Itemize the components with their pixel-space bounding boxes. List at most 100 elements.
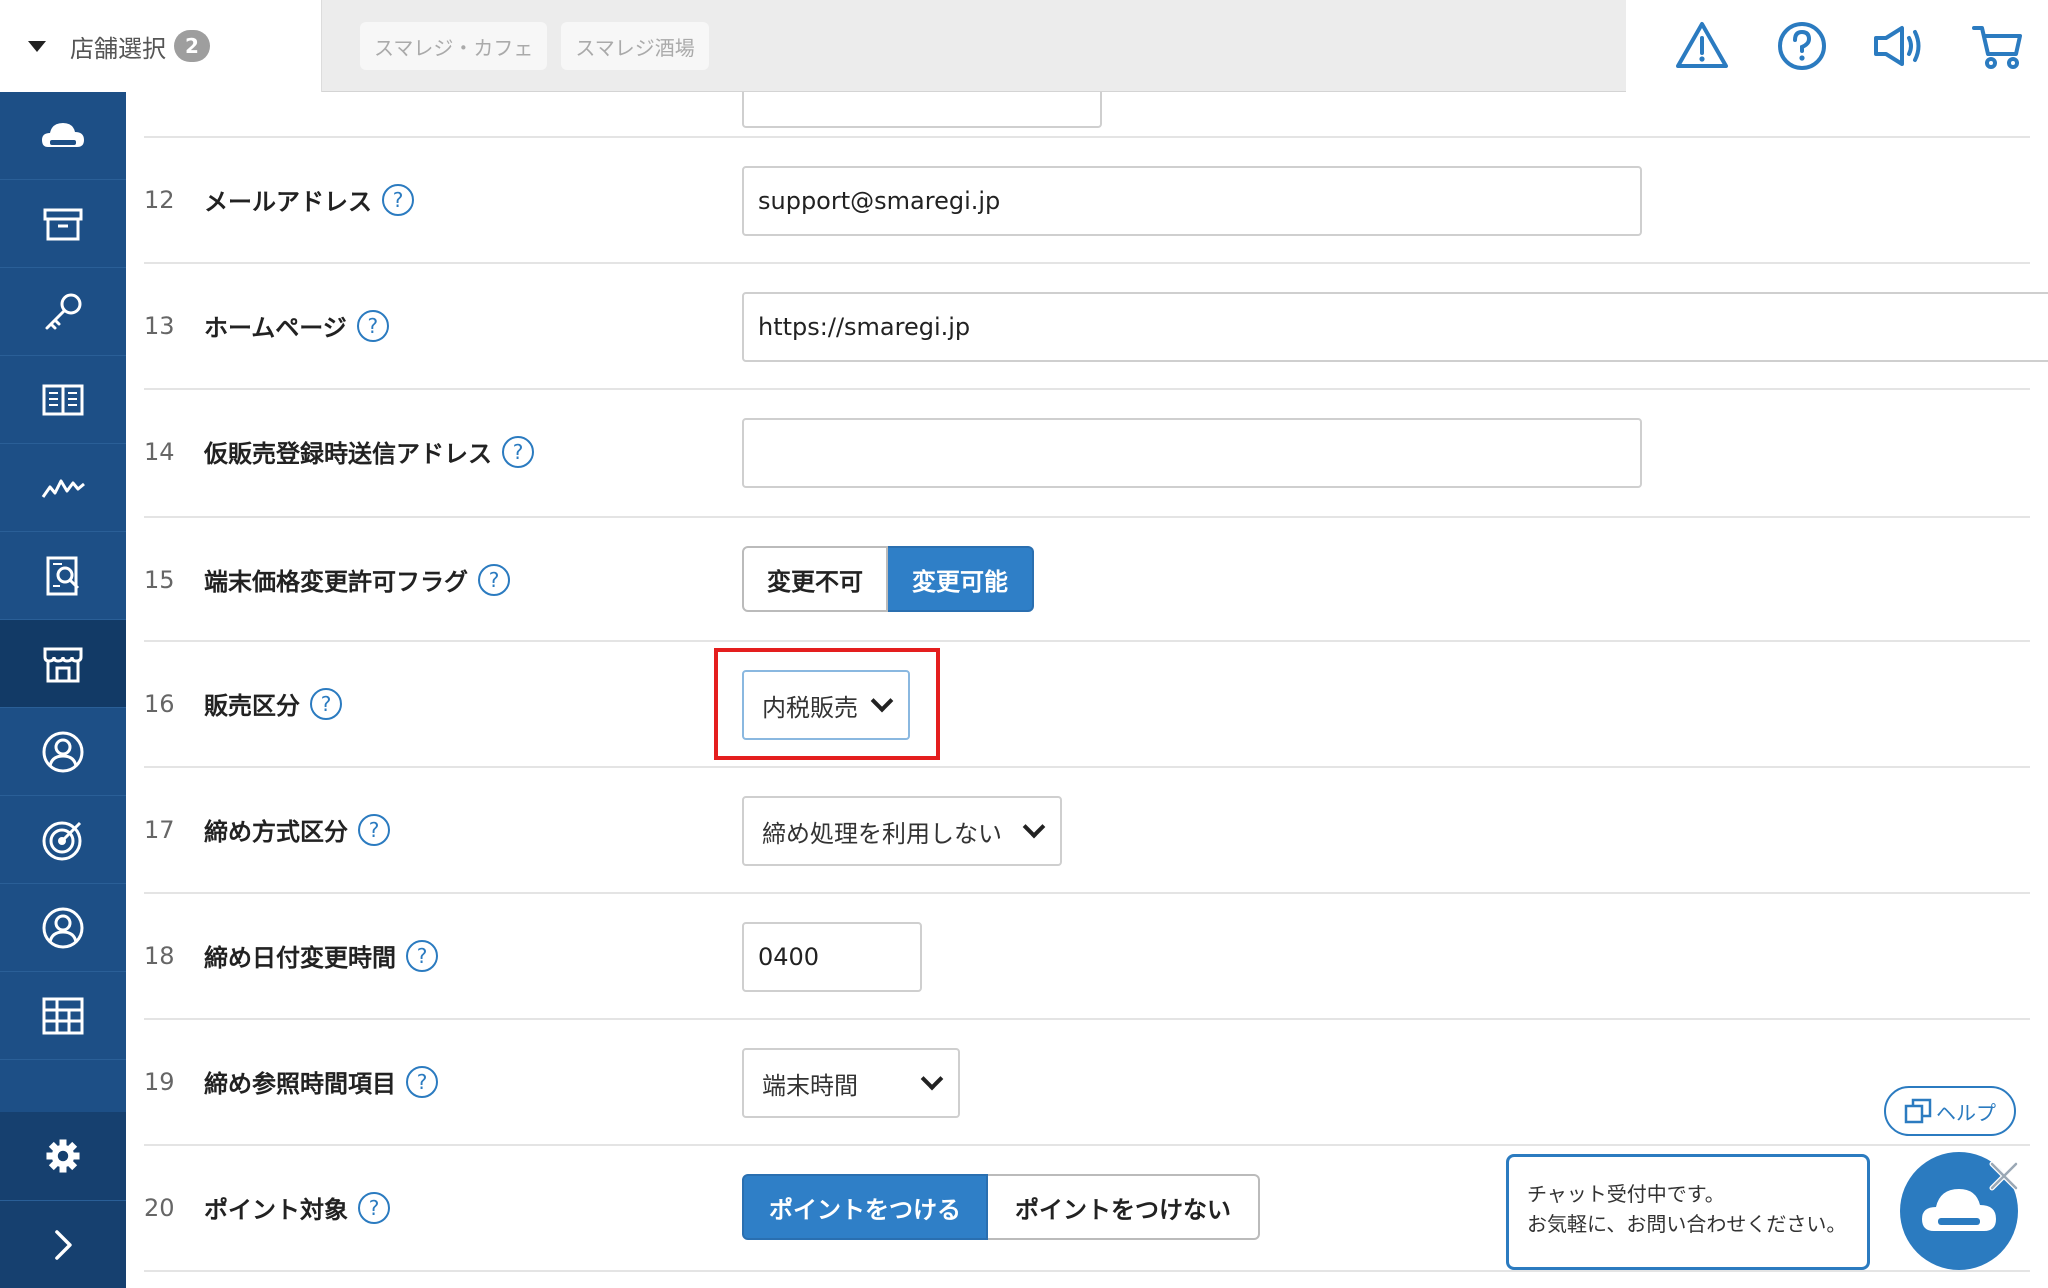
row-label-text: 仮販売登録時送信アドレス [204, 440, 492, 468]
header-icons [1626, 0, 2048, 92]
sidebar-item-target[interactable] [0, 796, 126, 884]
form-row-partial [144, 92, 2030, 138]
key-icon [45, 293, 82, 329]
row-label-text: 締め日付変更時間 [204, 944, 396, 972]
sidebar-item-archive[interactable] [0, 180, 126, 268]
settings-form: 12 メールアドレス ? support@smaregi.jp 13 ホームペー… [126, 92, 2048, 1280]
selected-stores: スマレジ・カフェ スマレジ酒場 [360, 22, 709, 70]
form-row-email: 12 メールアドレス ? support@smaregi.jp [144, 138, 2030, 264]
sidebar-item-grid[interactable] [0, 972, 126, 1060]
close-icon[interactable] [1984, 1156, 2024, 1196]
cart-icon[interactable] [1970, 18, 2026, 74]
help-question-icon[interactable]: ? [356, 309, 389, 342]
provisional-email-field[interactable] [742, 418, 1642, 488]
closing-method-select[interactable]: 締め処理を利用しない [742, 796, 1062, 866]
form-row-sales-type: 16 販売区分 ? 内税販売 [144, 642, 2030, 768]
help-button-label: ヘルプ [1936, 1100, 1996, 1125]
row-label: 締め日付変更時間 ? [204, 938, 438, 973]
caret-down-icon [28, 40, 46, 52]
row-label-text: 販売区分 [204, 692, 300, 720]
cloud-icon [42, 122, 84, 147]
help-question-icon[interactable]: ? [406, 939, 438, 972]
help-question-icon[interactable]: ? [502, 435, 534, 468]
customer-icon [42, 731, 84, 772]
points-toggle: ポイントをつける ポイントをつけない [742, 1174, 1260, 1240]
row-label: メールアドレス ? [204, 182, 414, 217]
store-tag[interactable]: スマレジ・カフェ [360, 22, 548, 70]
help-question-icon[interactable]: ? [406, 1065, 438, 1098]
help-question-icon[interactable]: ? [478, 563, 510, 596]
archive-icon [43, 208, 83, 240]
store-icon [43, 647, 83, 682]
sidebar-item-store[interactable] [0, 620, 126, 708]
closing-reference-select[interactable]: 端末時間 [742, 1048, 960, 1118]
row-label: ポイント対象 ? [204, 1190, 390, 1225]
store-select-dropdown[interactable]: 店舗選択 2 [0, 0, 322, 92]
user-icon [42, 907, 84, 948]
email-field[interactable]: support@smaregi.jp [742, 166, 1642, 236]
row-label: ホームページ ? [204, 308, 389, 343]
form-row-price-change-flag: 15 端末価格変更許可フラグ ? 変更不可 変更可能 [144, 518, 2030, 642]
row-number: 17 [144, 816, 175, 844]
store-tag[interactable]: スマレジ酒場 [561, 22, 709, 70]
chat-line-2: お気軽に、お問い合わせください。 [1527, 1212, 1847, 1236]
highlight-box [714, 648, 940, 760]
row-label-text: ホームページ [204, 314, 347, 342]
form-row-homepage: 13 ホームページ ? https://smaregi.jp [144, 264, 2048, 390]
price-change-toggle: 変更不可 変更可能 [742, 546, 1034, 612]
row-number: 13 [144, 312, 175, 340]
top-bar: 店舗選択 2 スマレジ・カフェ スマレジ酒場 [0, 0, 2048, 92]
select-value: 端末時間 [762, 1071, 858, 1100]
help-button[interactable]: ヘルプ [1884, 1086, 2016, 1136]
store-count-badge: 2 [174, 30, 210, 62]
sidebar-item-cloud[interactable] [0, 92, 126, 180]
form-row-provisional-email: 14 仮販売登録時送信アドレス ? [144, 390, 2030, 518]
chevron-down-icon [1022, 815, 1046, 839]
row-label: 締め方式区分 ? [204, 812, 390, 847]
sidebar [0, 92, 126, 1288]
row-number: 15 [144, 566, 175, 594]
warning-icon[interactable] [1674, 18, 1730, 74]
target-icon [42, 821, 82, 860]
row-label-text: 端末価格変更許可フラグ [204, 568, 468, 596]
row-number: 12 [144, 186, 175, 214]
chart-icon [41, 479, 85, 498]
row-number: 16 [144, 690, 175, 718]
row-label-text: ポイント対象 [204, 1196, 348, 1224]
sidebar-item-key[interactable] [0, 268, 126, 356]
sidebar-item-chart[interactable] [0, 444, 126, 532]
row-label-text: 締め方式区分 [204, 818, 348, 846]
option-allowed[interactable]: 変更可能 [888, 546, 1034, 612]
form-row-closing-reference-time: 19 締め参照時間項目 ? 端末時間 [144, 1020, 2030, 1146]
chat-message[interactable]: チャット受付中です。 お気軽に、お問い合わせください。 [1506, 1154, 1870, 1270]
settings-button[interactable] [0, 1112, 126, 1200]
external-window-icon [1904, 1098, 1932, 1124]
option-no-points[interactable]: ポイントをつけない [988, 1174, 1260, 1240]
gear-icon [46, 1139, 80, 1173]
row-label: 仮販売登録時送信アドレス ? [204, 434, 534, 469]
sidebar-item-customer[interactable] [0, 708, 126, 796]
report-icon [46, 556, 80, 595]
row-number: 14 [144, 438, 175, 466]
partial-input[interactable] [742, 92, 1102, 128]
help-question-icon[interactable]: ? [382, 183, 414, 216]
help-question-icon[interactable]: ? [358, 1191, 390, 1224]
option-not-allowed[interactable]: 変更不可 [742, 546, 888, 612]
select-value: 締め処理を利用しない [762, 819, 1002, 848]
announcement-icon[interactable] [1870, 18, 1926, 74]
sidebar-item-user[interactable] [0, 884, 126, 972]
sidebar-item-book[interactable] [0, 356, 126, 444]
expand-sidebar-button[interactable] [0, 1200, 126, 1288]
store-select-label: 店舗選択 [70, 34, 166, 63]
form-row-closing-change-time: 18 締め日付変更時間 ? 0400 [144, 894, 2030, 1020]
help-question-icon[interactable]: ? [310, 687, 342, 720]
book-icon [42, 384, 84, 415]
help-icon[interactable] [1774, 18, 1830, 74]
row-number: 19 [144, 1068, 175, 1096]
help-question-icon[interactable]: ? [358, 813, 390, 846]
sidebar-item-report[interactable] [0, 532, 126, 620]
option-add-points[interactable]: ポイントをつける [742, 1174, 988, 1240]
row-label: 端末価格変更許可フラグ ? [204, 562, 510, 597]
closing-time-field[interactable]: 0400 [742, 922, 922, 992]
homepage-field[interactable]: https://smaregi.jp [742, 292, 2048, 362]
